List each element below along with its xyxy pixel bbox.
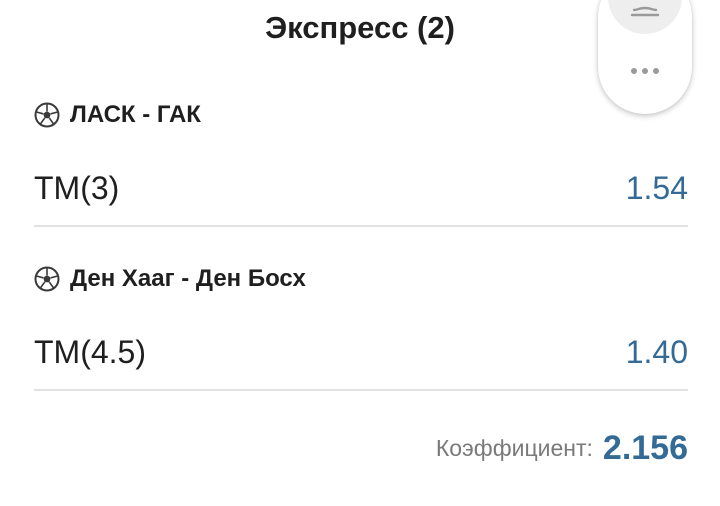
bet-event-1: ЛАСК - ГАК — [34, 99, 201, 131]
total-coefficient-label: Коэффициент: — [435, 434, 593, 461]
total-coefficient-value: 2.156 — [602, 428, 688, 467]
odds-value: 1.54 — [625, 169, 688, 206]
bet-event-2: Ден Хааг - Ден Босх — [34, 263, 306, 295]
notification-toggle-button[interactable] — [608, 0, 682, 34]
total-coefficient: Коэффициент: 2.156 — [436, 428, 688, 468]
soccer-ball-icon — [34, 102, 60, 128]
odds-value: 1.40 — [625, 333, 688, 370]
soccer-ball-icon — [34, 266, 60, 292]
floating-action-group — [598, 0, 692, 114]
divider — [34, 225, 688, 227]
divider — [34, 389, 688, 391]
bet-slip-screen: Экспресс (2) ЛАСК - ГАК ТМ(3) 1.54 Ден Х… — [0, 0, 720, 506]
event-name: Ден Хааг - Ден Босх — [70, 265, 306, 292]
more-options-button[interactable] — [620, 58, 670, 84]
more-horizontal-icon — [631, 68, 637, 74]
market-name: ТМ(3) — [34, 169, 120, 206]
bet-selection-2[interactable]: ТМ(4.5) 1.40 — [34, 332, 688, 372]
bet-selection-1[interactable]: ТМ(3) 1.54 — [34, 168, 688, 208]
market-name: ТМ(4.5) — [34, 333, 146, 370]
bell-off-icon — [630, 6, 660, 17]
event-name: ЛАСК - ГАК — [70, 101, 201, 128]
